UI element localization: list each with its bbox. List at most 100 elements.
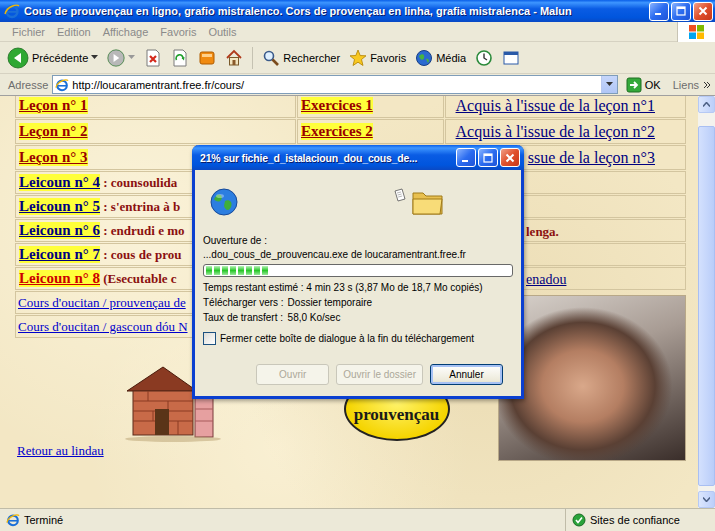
- download-progress-bar: [203, 264, 513, 277]
- lesson-link[interactable]: Leicoun n° 7: [19, 246, 100, 263]
- lesson-link[interactable]: Leicoun n° 8: [19, 270, 100, 287]
- status-page-icon: [6, 513, 20, 527]
- close-when-done-option[interactable]: Fermer cette boîte de dialogue à la fin …: [203, 332, 513, 345]
- field-label: Télécharger vers :: [203, 295, 284, 310]
- back-icon: [7, 47, 29, 69]
- exercise-cell: Exercices 1: [297, 96, 444, 118]
- close-when-done-checkbox[interactable]: [203, 332, 216, 345]
- acquis-link[interactable]: Acquis à l'issue de la leçon n°2: [456, 123, 655, 141]
- scroll-up-icon: [703, 102, 710, 107]
- lesson-link[interactable]: Leicoun n° 5: [19, 198, 100, 215]
- download-animation: [203, 180, 513, 224]
- home-link[interactable]: Retour au lindau: [17, 443, 104, 459]
- progress-segment: [238, 266, 244, 275]
- exercise-link[interactable]: Exercices 2: [301, 123, 373, 140]
- lesson-link[interactable]: Leçon n° 2: [19, 123, 88, 140]
- menu-item[interactable]: Edition: [51, 26, 97, 38]
- status-text: Terminé: [24, 514, 63, 526]
- go-label: OK: [645, 79, 661, 91]
- scroll-up-button[interactable]: [698, 96, 715, 113]
- stop-icon: [144, 49, 162, 67]
- dialog-body: Ouverture de :...dou_cous_de_prouvencau.…: [195, 170, 521, 396]
- refresh-button[interactable]: [168, 47, 192, 69]
- search-icon: [262, 49, 280, 67]
- field-value: Dossier temporaire: [288, 295, 513, 310]
- exercise-cell: Exercices 2: [297, 119, 444, 144]
- links-chevron-icon: [703, 81, 711, 89]
- dropdown-arrow-icon: [91, 55, 98, 60]
- lesson-link[interactable]: Leicoun n° 4: [19, 174, 100, 191]
- refresh-icon: [171, 49, 189, 67]
- lesson-description: (Esecutable c: [100, 271, 177, 287]
- lesson-row-fragment: lenga.: [526, 224, 559, 239]
- back-button[interactable]: Précédente: [4, 45, 101, 71]
- exercise-link[interactable]: Exercices 1: [301, 97, 373, 114]
- time-left: Temps restant estimé : 4 min 23 s (3,87 …: [203, 281, 513, 295]
- address-dropdown[interactable]: [601, 76, 617, 93]
- globe-icon: [209, 187, 239, 217]
- dialog-buttons: Ouvrir Ouvrir le dossier Annuler: [203, 364, 513, 385]
- flying-page-icon: [393, 188, 407, 204]
- progress-segment: [222, 266, 228, 275]
- lesson-link[interactable]: Leicoun n° 6: [19, 222, 100, 239]
- forward-button[interactable]: [104, 47, 138, 69]
- favorites-button[interactable]: Favoris: [346, 47, 409, 69]
- search-button[interactable]: Rechercher: [259, 47, 343, 69]
- menu-item[interactable]: Outils: [202, 26, 242, 38]
- lesson-row-fragment[interactable]: enadou: [526, 272, 566, 287]
- security-zone-label: Sites de confiance: [590, 514, 680, 526]
- field-value: 58,0 Ko/sec: [288, 310, 513, 325]
- go-button[interactable]: OK: [622, 77, 669, 93]
- scroll-down-button[interactable]: [698, 491, 715, 508]
- course-link[interactable]: Cours d'oucitan / prouvençau de: [18, 295, 186, 311]
- address-field[interactable]: http://loucaramentrant.free.fr/cours/: [52, 75, 617, 94]
- address-url: http://loucaramentrant.free.fr/cours/: [72, 79, 597, 91]
- close-button[interactable]: [693, 2, 713, 21]
- menu-item[interactable]: Favoris: [154, 26, 202, 38]
- minimize-button[interactable]: [649, 2, 669, 21]
- progress-segment: [214, 266, 220, 275]
- close-button[interactable]: [500, 148, 520, 167]
- maximize-button[interactable]: [478, 148, 498, 167]
- scroll-thumb[interactable]: [698, 126, 715, 486]
- lesson-row-right: enadou: [526, 270, 685, 288]
- menu-item[interactable]: Fichier: [6, 26, 51, 38]
- stop-button[interactable]: [141, 47, 165, 69]
- maximize-button[interactable]: [671, 2, 691, 21]
- lesson-link[interactable]: Leçon n° 3: [19, 149, 88, 166]
- scroll-down-icon: [703, 497, 710, 502]
- progress-segment: [206, 266, 212, 275]
- minimize-icon: [654, 6, 664, 16]
- close-when-done-label: Fermer cette boîte de dialogue à la fin …: [220, 333, 474, 344]
- dialog-button[interactable]: Annuler: [430, 364, 503, 385]
- lesson-link[interactable]: Leçon n° 1: [19, 97, 88, 114]
- menu-item[interactable]: Affichage: [97, 26, 155, 38]
- history-button[interactable]: [472, 47, 496, 69]
- folder-icon: [411, 188, 445, 216]
- dialog-button: Ouvrir le dossier: [336, 364, 423, 385]
- lesson-row-right: lenga.: [526, 222, 685, 240]
- lesson-description: : cous de prou: [100, 247, 181, 263]
- minimize-button[interactable]: [456, 148, 476, 167]
- progress-segment: [254, 266, 260, 275]
- new-window-icon: [502, 49, 520, 67]
- history-icon: [475, 49, 493, 67]
- acquis-link[interactable]: Acquis à l'issue de la leçon n°1: [456, 97, 655, 115]
- extension-button[interactable]: [195, 47, 219, 69]
- maximize-icon: [676, 6, 686, 16]
- download-fields: Télécharger vers :Dossier temporaireTaux…: [203, 295, 513, 325]
- trusted-zone-icon: [572, 513, 586, 527]
- window-controls: [456, 148, 520, 167]
- home-button[interactable]: [222, 47, 246, 69]
- vertical-scrollbar[interactable]: [698, 96, 715, 508]
- acquis-link[interactable]: ssue de la leçon n°3: [528, 149, 655, 167]
- page-ie-icon: [55, 78, 69, 92]
- dialog-button: Ouvrir: [256, 364, 329, 385]
- media-button[interactable]: Média: [412, 47, 469, 69]
- menu-bar: FichierEditionAffichageFavorisOutils: [0, 22, 715, 42]
- links-label[interactable]: Liens: [673, 79, 699, 91]
- window-button[interactable]: [499, 47, 523, 69]
- forward-icon: [107, 49, 125, 67]
- course-link[interactable]: Cours d'oucitan / gascoun dóu N: [18, 319, 188, 335]
- title-bar: Cous de prouvençau en ligno, grafio mist…: [0, 0, 715, 22]
